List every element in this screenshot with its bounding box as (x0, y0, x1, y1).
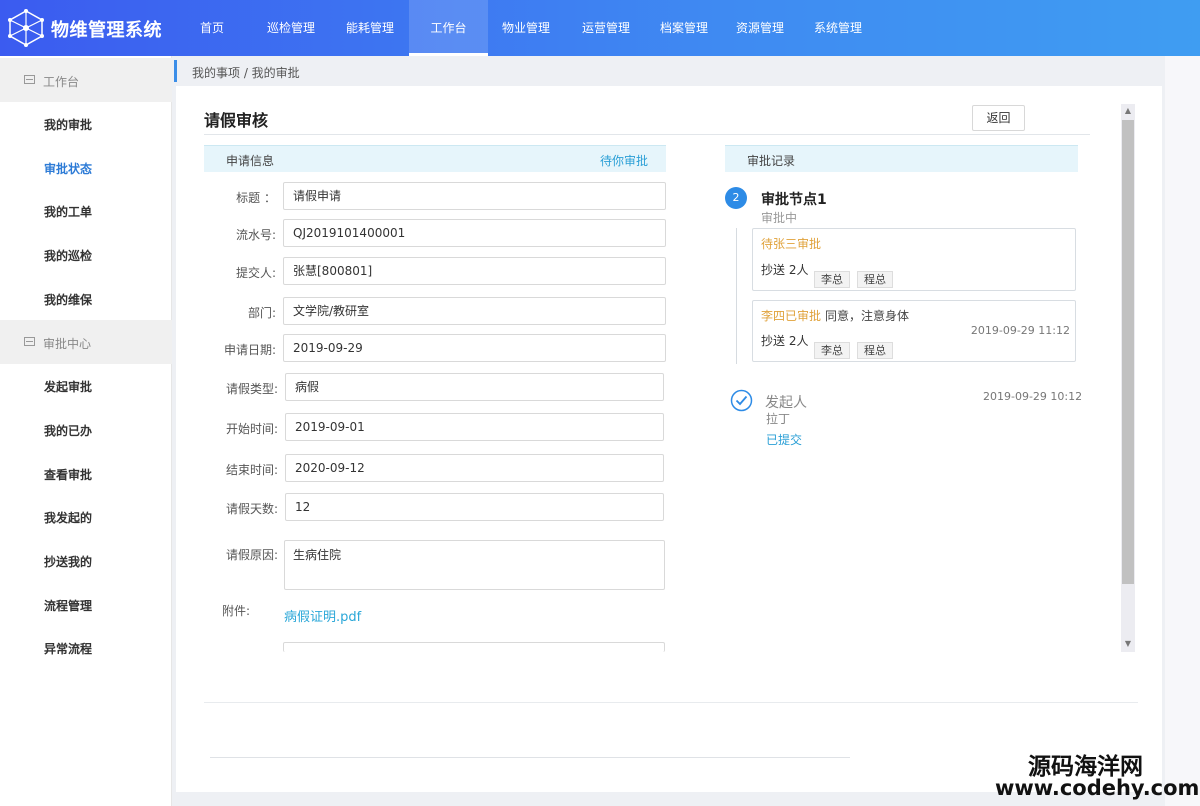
scroll-up-icon[interactable]: ▲ (1121, 104, 1135, 118)
apply-date-field[interactable]: 2019-09-29 (283, 334, 666, 362)
approval-card-pending: 待张三审批 抄送 2人 李总 程总 (752, 228, 1076, 291)
page-title: 请假审核 (204, 111, 269, 130)
sidebar-group-label: 审批中心 (43, 337, 92, 351)
nav-inspection[interactable]: 巡检管理 (258, 0, 324, 56)
app-title: 物维管理系统 (51, 20, 162, 41)
node-status: 审批中 (761, 211, 798, 225)
initiator-name: 拉丁 (766, 412, 791, 426)
nav-operations[interactable]: 运营管理 (573, 0, 639, 56)
end-time-field[interactable]: 2020-09-12 (285, 454, 664, 482)
divider (204, 702, 1138, 703)
cc-tag: 李总 (814, 342, 850, 359)
network-logo-icon (8, 9, 44, 47)
cc-tag: 李总 (814, 271, 850, 288)
reason-label: 请假原因: (225, 548, 278, 562)
list-icon (24, 75, 35, 84)
leave-type-field[interactable]: 病假 (285, 373, 664, 401)
approval-card-approved: 李四已审批 同意，注意身体 2019-09-29 11:12 抄送 2人 李总 … (752, 300, 1076, 362)
leave-type-label: 请假类型: (225, 382, 278, 396)
approval-time: 2019-09-29 11:12 (970, 324, 1070, 337)
watermark-url: www.codehy.com (995, 776, 1200, 800)
approval-comment: 同意，注意身体 (825, 309, 910, 323)
cc-tag: 程总 (857, 271, 893, 288)
initiator-status: 已提交 (766, 433, 803, 447)
approver-status: 李四已审批 (761, 309, 822, 323)
status-badge: 待你审批 (599, 154, 648, 168)
section-title: 申请信息 (226, 154, 275, 168)
list-icon (24, 337, 35, 346)
end-time-label: 结束时间: (225, 463, 278, 477)
serial-field[interactable]: QJ2019101400001 (283, 219, 666, 247)
attachment-label: 附件: (222, 604, 251, 618)
submitter-label: 提交人: (235, 266, 276, 280)
leave-days-field[interactable]: 12 (285, 493, 664, 521)
serial-label: 流水号: (235, 228, 276, 242)
scrollbar-thumb[interactable] (1122, 120, 1134, 584)
initiator-title: 发起人 (765, 395, 807, 411)
title-label: 标题 ： (236, 191, 276, 205)
reason-field[interactable]: 生病住院 (284, 540, 665, 590)
sidebar-item-view-approvals[interactable]: 查看审批 (44, 466, 92, 483)
nav-energy[interactable]: 能耗管理 (337, 0, 403, 56)
sidebar-item-exception-process[interactable]: 异常流程 (44, 640, 92, 657)
node-title: 审批节点1 (761, 192, 827, 208)
nav-property[interactable]: 物业管理 (493, 0, 559, 56)
sidebar-item-my-work-orders[interactable]: 我的工单 (44, 203, 92, 220)
leave-days-label: 请假天数: (225, 502, 278, 516)
cc-label: 抄送 2人 (761, 334, 809, 348)
cc-tag: 程总 (857, 342, 893, 359)
start-time-field[interactable]: 2019-09-01 (285, 413, 664, 441)
sidebar-item-my-approvals[interactable]: 我的审批 (44, 116, 92, 133)
sidebar-item-my-inspections[interactable]: 我的巡检 (44, 247, 92, 264)
nav-archives[interactable]: 档案管理 (651, 0, 717, 56)
divider (210, 757, 850, 758)
divider (204, 134, 1090, 135)
apply-date-label: 申请日期: (223, 343, 276, 357)
right-gutter (1165, 56, 1200, 806)
approver-status: 待张三审批 (761, 237, 822, 251)
nav-resources[interactable]: 资源管理 (727, 0, 793, 56)
back-button[interactable]: 返回 (972, 105, 1025, 131)
approval-record-header: 审批记录 (725, 145, 1078, 172)
title-field[interactable]: 请假申请 (283, 182, 666, 210)
sidebar-item-start-approval[interactable]: 发起审批 (44, 378, 92, 395)
breadcrumb-accent (174, 60, 177, 82)
nav-home[interactable]: 首页 (188, 0, 236, 56)
check-circle-icon (730, 389, 753, 412)
sidebar-item-done[interactable]: 我的已办 (44, 422, 92, 439)
sidebar-group-approval-center[interactable]: 审批中心 (0, 320, 172, 364)
sidebar-group-label: 工作台 (43, 75, 80, 89)
submitter-field[interactable]: 张慧[800801] (283, 257, 666, 285)
top-navigation-bar: 物维管理系统 首页 巡检管理 能耗管理 工作台 物业管理 运营管理 档案管理 资… (0, 0, 1200, 56)
sidebar: 工作台 我的审批 审批状态 我的工单 我的巡检 我的维保 审批中心 发起审批 我… (0, 56, 172, 806)
sidebar-item-process-management[interactable]: 流程管理 (44, 597, 92, 614)
sidebar-item-initiated-by-me[interactable]: 我发起的 (44, 509, 92, 526)
step-number-icon: 2 (725, 187, 747, 209)
cc-label: 抄送 2人 (761, 263, 809, 277)
sidebar-item-my-maintenance[interactable]: 我的维保 (44, 291, 92, 308)
nav-system[interactable]: 系统管理 (805, 0, 871, 56)
attachment-link[interactable]: 病假证明.pdf (284, 606, 361, 625)
department-label: 部门: (247, 306, 276, 320)
breadcrumb[interactable]: 我的事项 / 我的审批 (192, 64, 300, 81)
section-title: 审批记录 (747, 154, 796, 168)
scroll-down-icon[interactable]: ▼ (1121, 637, 1135, 651)
application-info-header: 申请信息 待你审批 (204, 145, 666, 172)
sidebar-group-workbench[interactable]: 工作台 (0, 58, 172, 102)
department-field[interactable]: 文学院/教研室 (283, 297, 666, 325)
nav-workbench[interactable]: 工作台 (409, 0, 488, 56)
timeline-line (736, 228, 737, 364)
start-time-label: 开始时间: (225, 422, 278, 436)
sidebar-item-approval-status[interactable]: 审批状态 (44, 160, 92, 177)
sidebar-item-cc-me[interactable]: 抄送我的 (44, 553, 92, 570)
initiator-time: 2019-09-29 10:12 (983, 390, 1083, 403)
next-field-partial[interactable] (283, 642, 665, 652)
